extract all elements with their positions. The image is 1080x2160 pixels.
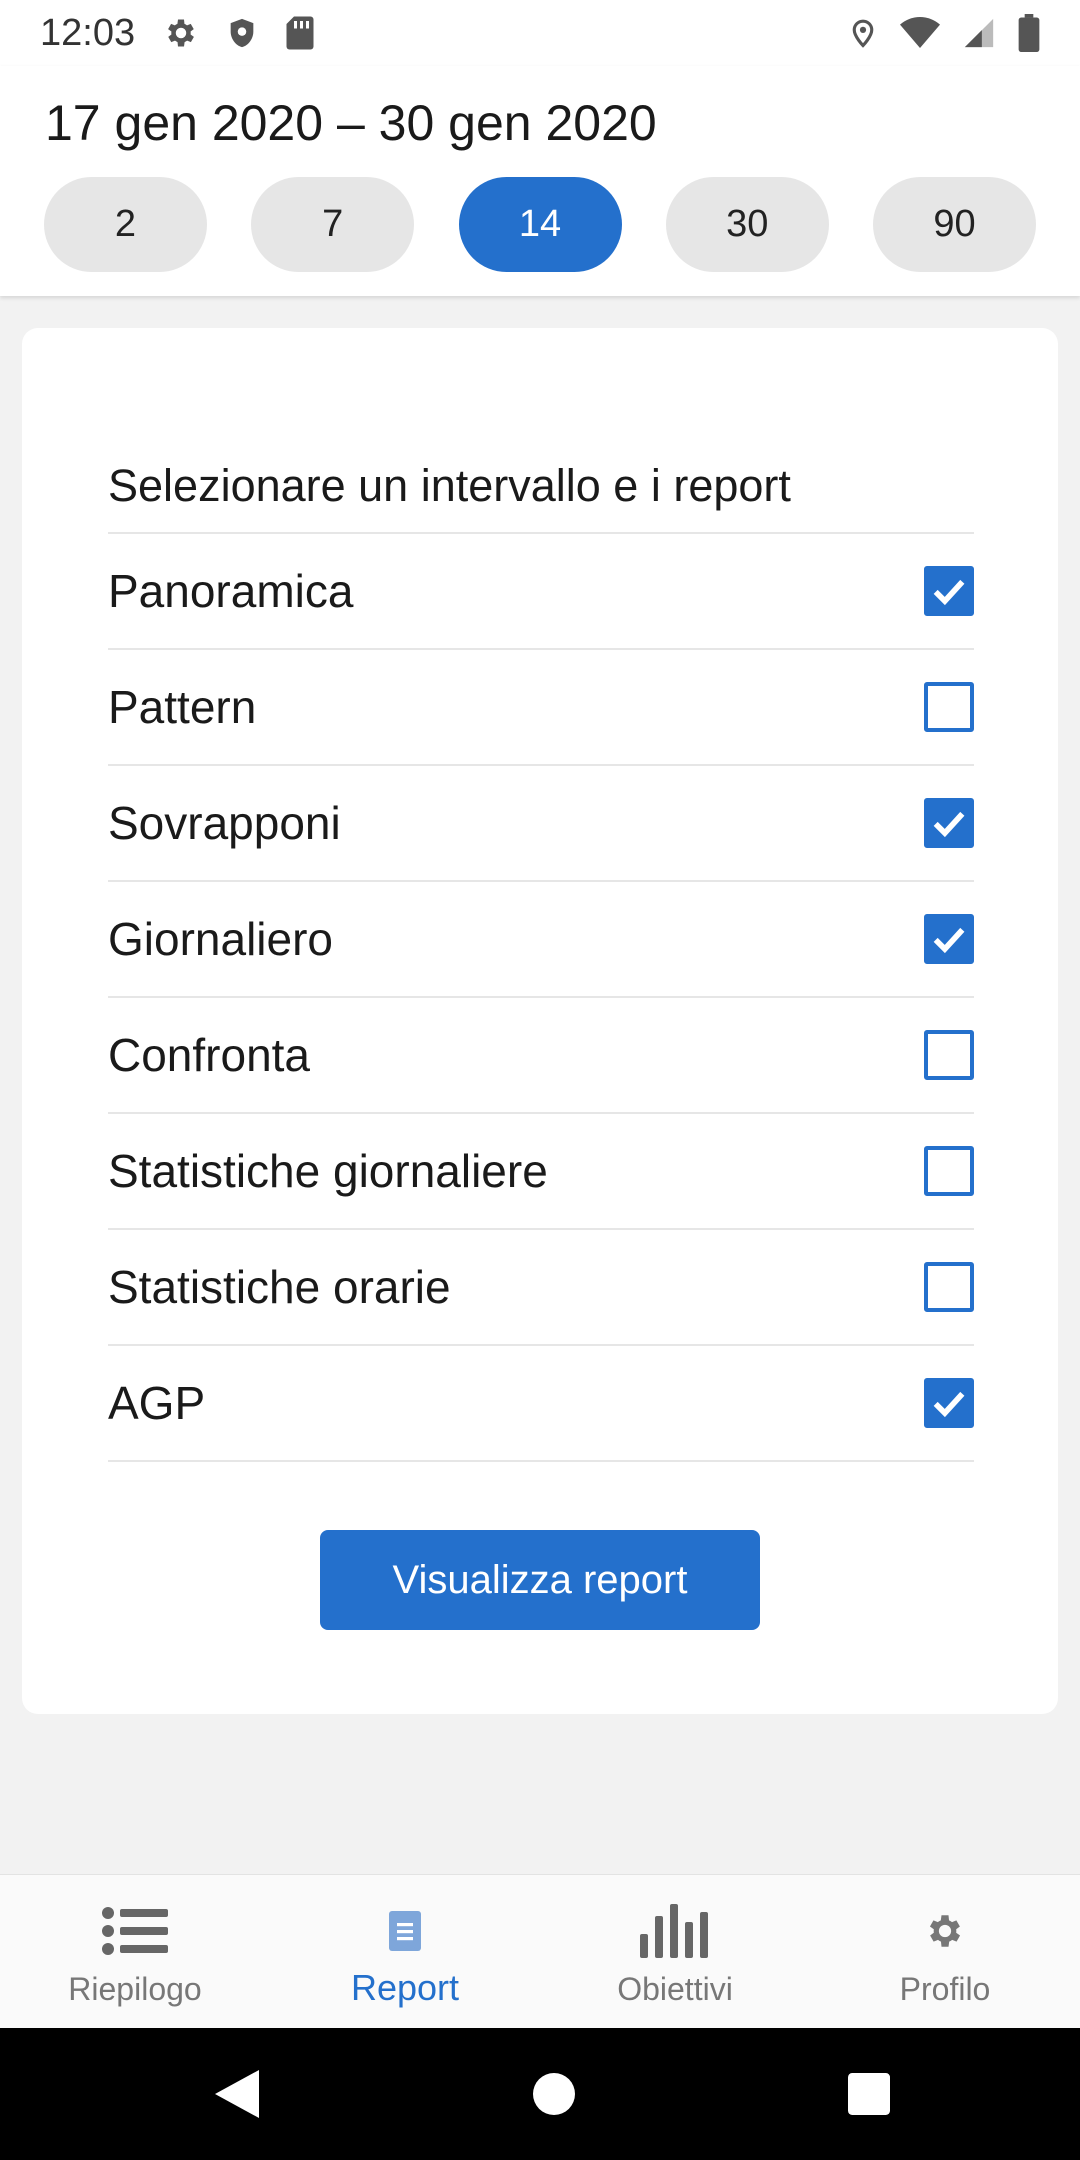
option-agp[interactable]: AGP [108, 1346, 974, 1462]
checkmark-icon [933, 579, 965, 606]
range-chips: 2 7 14 30 90 [44, 177, 1036, 272]
nav-label: Profilo [899, 1971, 991, 2007]
checkbox-unchecked[interactable] [924, 1262, 974, 1312]
option-label: AGP [108, 1377, 206, 1429]
card-title: Selezionare un intervallo e i report [108, 460, 791, 511]
option-confronta[interactable]: Confronta [108, 998, 974, 1114]
system-navigation-bar [0, 2028, 1080, 2160]
back-icon[interactable] [215, 2070, 259, 2118]
checkmark-icon [933, 1391, 965, 1418]
list-icon [102, 1903, 168, 1959]
checkbox-checked[interactable] [924, 1378, 974, 1428]
nav-label: Obiettivi [617, 1971, 733, 2007]
nav-label: Report [350, 1967, 460, 2008]
date-range-header: 17 gen 2020 – 30 gen 2020 2 7 14 30 90 [0, 66, 1080, 296]
document-icon [389, 1903, 421, 1959]
battery-icon [1018, 14, 1040, 52]
status-bar: 12:03 [0, 0, 1080, 66]
report-selection-card: Selezionare un intervallo e i report Pan… [22, 328, 1058, 1714]
option-statistiche-giornaliere[interactable]: Statistiche giornaliere [108, 1114, 974, 1230]
option-giornaliero[interactable]: Giornaliero [108, 882, 974, 998]
shield-icon [225, 15, 259, 51]
checkmark-icon [933, 927, 965, 954]
option-label: Panoramica [108, 565, 354, 617]
date-range-label: 17 gen 2020 – 30 gen 2020 [45, 95, 657, 151]
checkbox-unchecked[interactable] [924, 682, 974, 732]
option-statistiche-orarie[interactable]: Statistiche orarie [108, 1230, 974, 1346]
checkbox-checked[interactable] [924, 566, 974, 616]
range-chip-7[interactable]: 7 [251, 177, 415, 272]
sd-card-icon [285, 15, 315, 51]
recents-icon[interactable] [848, 2073, 890, 2115]
checkbox-unchecked[interactable] [924, 1146, 974, 1196]
bar-chart-icon [640, 1903, 710, 1959]
nav-label: Riepilogo [68, 1971, 202, 2007]
nav-item-profilo[interactable]: Profilo [810, 1875, 1080, 2028]
status-time: 12:03 [40, 11, 136, 54]
range-chip-30[interactable]: 30 [665, 177, 829, 272]
option-label: Giornaliero [108, 913, 333, 965]
option-label: Statistiche orarie [108, 1261, 451, 1313]
checkmark-icon [933, 811, 965, 838]
option-label: Sovrapponi [108, 797, 341, 849]
nav-item-obiettivi[interactable]: Obiettivi [540, 1875, 810, 2028]
gear-icon [163, 15, 199, 51]
report-options-list: Panoramica Pattern Sovrapponi Giornalier… [108, 534, 974, 1462]
view-report-button[interactable]: Visualizza report [320, 1530, 760, 1630]
bottom-navigation: Riepilogo Report Obiettivi Profilo [0, 1874, 1080, 2028]
nav-item-riepilogo[interactable]: Riepilogo [0, 1875, 270, 2028]
range-chip-2[interactable]: 2 [44, 177, 207, 272]
gear-icon [924, 1903, 966, 1959]
option-panoramica[interactable]: Panoramica [108, 534, 974, 650]
range-chip-14[interactable]: 14 [458, 177, 622, 272]
home-icon[interactable] [532, 2073, 575, 2115]
option-label: Confronta [108, 1029, 311, 1081]
location-icon [848, 15, 878, 51]
option-pattern[interactable]: Pattern [108, 650, 974, 766]
option-label: Pattern [108, 681, 257, 733]
option-label: Statistiche giornaliere [108, 1145, 548, 1197]
checkbox-checked[interactable] [924, 914, 974, 964]
signal-icon [962, 16, 996, 50]
option-sovrapponi[interactable]: Sovrapponi [108, 766, 974, 882]
nav-item-report[interactable]: Report [270, 1875, 540, 2028]
checkbox-unchecked[interactable] [924, 1030, 974, 1080]
checkbox-checked[interactable] [924, 798, 974, 848]
range-chip-90[interactable]: 90 [873, 177, 1036, 272]
wifi-icon [900, 16, 940, 50]
